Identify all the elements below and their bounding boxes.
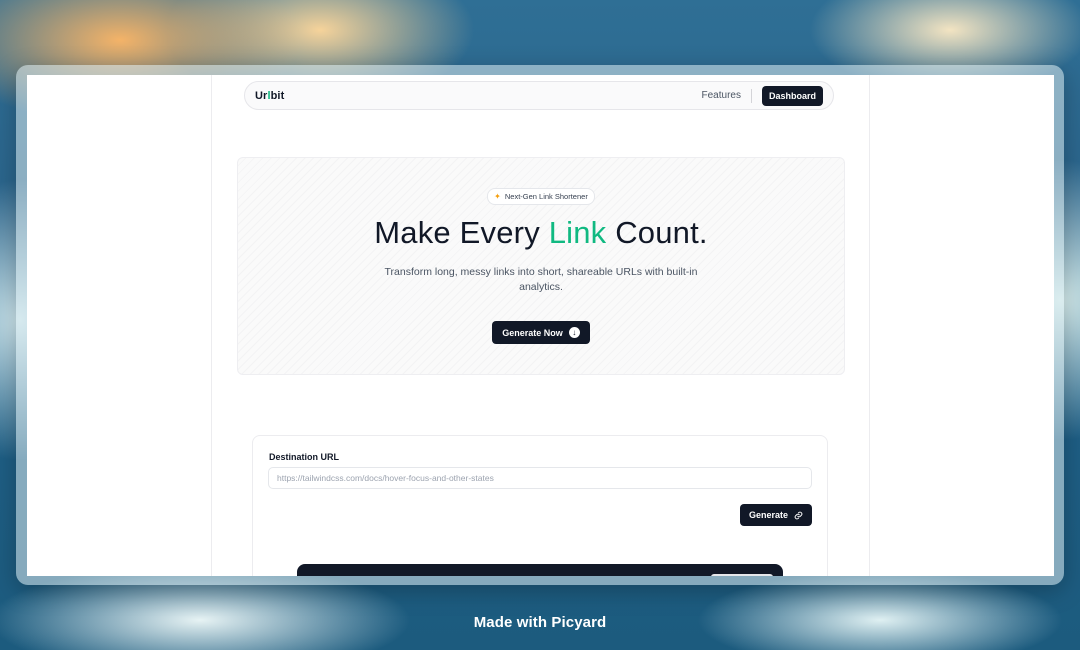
logo-prefix: Ur: [255, 89, 268, 102]
generate-button-label: Generate: [748, 510, 788, 520]
destination-url-label: Destination URL: [269, 452, 340, 462]
generate-now-button[interactable]: Generate Now ↓: [492, 321, 590, 344]
arrow-down-circle-icon: ↓: [568, 327, 580, 338]
generate-button[interactable]: Generate: [739, 504, 812, 526]
hero-badge: ✦ Next-Gen Link Shortener: [487, 188, 595, 205]
hero-section: ✦ Next-Gen Link Shortener Make Every Lin…: [237, 157, 845, 375]
logo[interactable]: Urlbit: [255, 90, 284, 102]
made-with-picyard-caption: Made with Picyard: [473, 614, 607, 631]
dashboard-button[interactable]: Dashboard: [761, 85, 823, 106]
headline-highlight: Link: [548, 215, 607, 250]
hero-headline: Make Every Link Count.: [238, 215, 844, 251]
hero-subtitle: Transform long, messy links into short, …: [384, 266, 698, 293]
result-panel: [297, 564, 783, 576]
nav-divider: [750, 88, 752, 103]
logo-suffix: bit: [270, 89, 285, 102]
destination-url-input[interactable]: [268, 467, 812, 489]
badge-label: Next-Gen Link Shortener: [504, 192, 588, 201]
navbar: Urlbit Features Dashboard: [244, 81, 834, 110]
headline-after: Count.: [606, 215, 708, 250]
nav-links: Features Dashboard: [702, 85, 823, 106]
generate-now-label: Generate Now: [502, 327, 563, 338]
nav-link-features[interactable]: Features: [702, 90, 741, 101]
browser-viewport: Urlbit Features Dashboard ✦ Next-Gen Lin…: [27, 75, 1054, 576]
headline-before: Make Every: [374, 215, 549, 250]
link-icon: [794, 511, 803, 519]
shorten-form-card: Destination URL Generate: [252, 435, 828, 576]
sparkles-icon: ✦: [494, 192, 501, 201]
result-panel-chip: [711, 574, 773, 576]
